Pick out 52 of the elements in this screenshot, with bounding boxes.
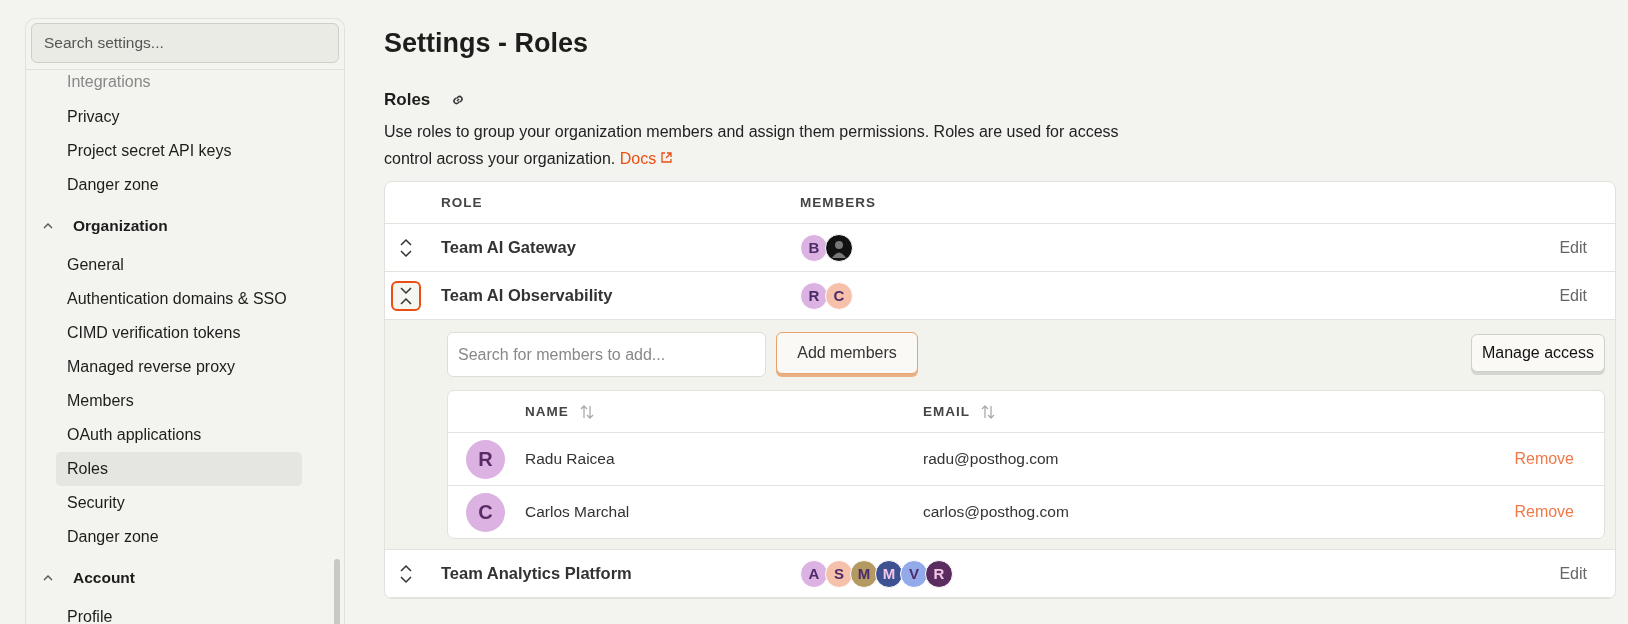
avatar: V [900, 559, 928, 588]
description: Use roles to group your organization members and assign them permissions. Roles are used for access control across your organization. Docs [384, 122, 1120, 169]
avatar: R [466, 439, 505, 479]
sidebar-item[interactable]: Privacy [56, 100, 302, 134]
section-title[interactable]: Account [73, 569, 135, 587]
sidebar-item[interactable]: Project secret API keys [56, 134, 302, 168]
sidebar-item[interactable]: Danger zone [56, 520, 302, 554]
expand-toggle[interactable] [391, 280, 421, 311]
avatar: C [466, 492, 505, 532]
role-name: Team AI Observability [441, 286, 614, 305]
avatar: C [825, 281, 853, 310]
sidebar-item[interactable]: CIMD verification tokens [56, 316, 302, 350]
avatar: B [800, 233, 828, 262]
member-name: Carlos Marchal [525, 503, 631, 521]
page-title: Settings - Roles [384, 27, 589, 60]
column-header: ROLE [441, 195, 484, 210]
avatar: S [825, 559, 853, 588]
avatar: R [800, 281, 828, 310]
expand-icon [398, 563, 414, 584]
expand-icon [398, 237, 414, 258]
member-search-field[interactable]: Search for members to add... [447, 332, 766, 377]
sidebar-item[interactable]: Danger zone [56, 168, 302, 202]
role-name: Team Analytics Platform [441, 564, 633, 583]
add-members-button[interactable]: Add members [776, 332, 918, 374]
edit-button[interactable]: Edit [1553, 237, 1615, 258]
manage-access-button[interactable]: Manage access [1470, 334, 1605, 372]
sidebar-item[interactable]: General [56, 248, 302, 282]
sidebar-item[interactable]: Profile [56, 600, 302, 624]
avatar: R [925, 559, 953, 588]
column-header: EMAIL [923, 404, 970, 419]
sidebar-item[interactable]: Roles [56, 452, 302, 486]
edit-button[interactable]: Edit [1553, 285, 1615, 306]
sidebar-item[interactable]: Security [56, 486, 302, 520]
member-email: radu@posthog.com [923, 450, 1060, 468]
sidebar-item[interactable]: Authentication domains & SSO [56, 282, 302, 316]
avatar: M [850, 559, 878, 588]
member-name: Radu Raicea [525, 450, 616, 468]
role-name: Team AI Gateway [441, 238, 577, 257]
external-link-icon [660, 151, 674, 164]
avatar: M [875, 559, 903, 588]
column-header: MEMBERS [800, 195, 877, 210]
sidebar-item[interactable]: Managed reverse proxy [56, 350, 302, 384]
section-title: Roles [384, 90, 431, 110]
search-field[interactable]: Search settings... [31, 23, 339, 63]
edit-button[interactable]: Edit [1553, 563, 1615, 584]
section-title[interactable]: Organization [73, 217, 168, 235]
column-header: NAME [525, 404, 569, 419]
avatar: A [800, 559, 828, 588]
member-email: carlos@posthog.com [923, 503, 1070, 521]
sidebar-item[interactable]: OAuth applications [56, 418, 302, 452]
sidebar-item[interactable]: Members [56, 384, 302, 418]
collapse-icon [398, 285, 414, 306]
